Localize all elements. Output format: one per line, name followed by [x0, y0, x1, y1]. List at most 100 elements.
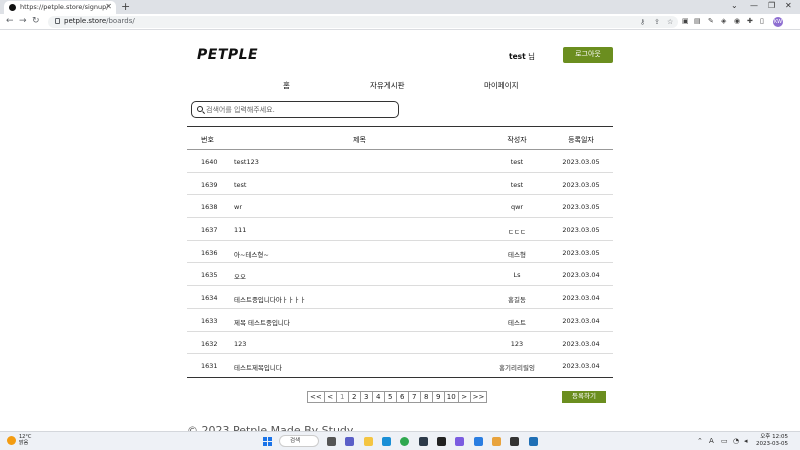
eyedropper-icon[interactable]: ✎ [708, 17, 714, 25]
key-icon[interactable]: ⚷ [640, 18, 645, 26]
table-row[interactable]: 1637 111 ㄷㄷㄷ 2023.03.05 [187, 218, 613, 241]
user-greeting: test 님 [509, 51, 535, 62]
row-author: 홍기리리릴잉 [499, 364, 535, 373]
app-icon-3[interactable] [492, 437, 501, 446]
row-title[interactable]: 아~테스형~ [234, 249, 269, 259]
row-date: 2023.03.05 [562, 203, 600, 212]
system-clock[interactable]: 오후 12:05 2023-03-05 [756, 434, 788, 448]
nav-free-board[interactable]: 자유게시판 [370, 80, 405, 91]
row-title[interactable]: 테스트제목입니다 [234, 362, 282, 372]
row-title[interactable]: test123 [234, 158, 259, 166]
terminal-icon[interactable] [510, 437, 519, 446]
lock-icon [55, 18, 60, 24]
board-table: 번호 제목 작성자 등록일자 1640 test123 test 2023.03.05… [187, 126, 613, 378]
row-author: 123 [510, 339, 524, 348]
app-icon-1[interactable] [419, 437, 428, 446]
minimize-icon[interactable]: — [750, 1, 758, 10]
table-row[interactable]: 1636 아~테스형~ 테스형 2023.03.05 [187, 241, 613, 264]
site-logo[interactable]: PETPLE [197, 47, 258, 63]
extension-icon-4[interactable]: ◉ [734, 17, 740, 25]
tab-title: https://petple.store/signup/ [20, 3, 109, 11]
taskbar: 12°C 맑음 검색 ⌃ A ▭ ◔ ◂ 오후 12:05 2023-03-05 [0, 431, 800, 450]
extension-icon-1[interactable]: ▣ [682, 17, 689, 25]
username: test [509, 52, 526, 61]
row-num: 1639 [201, 180, 218, 189]
write-post-button[interactable]: 등록하기 [562, 391, 606, 403]
row-title[interactable]: test [234, 181, 246, 189]
restore-icon[interactable]: ❐ [768, 1, 775, 10]
row-title[interactable]: 제목 테스트중입니다 [234, 317, 290, 327]
table-row[interactable]: 1639 test test 2023.03.05 [187, 173, 613, 196]
row-num: 1635 [201, 271, 218, 280]
page-10[interactable]: 10 [443, 391, 459, 403]
close-window-icon[interactable]: ✕ [785, 1, 792, 10]
table-row[interactable]: 1633 제목 테스트중입니다 테스트 2023.03.04 [187, 309, 613, 332]
table-header-row: 번호 제목 작성자 등록일자 [187, 127, 613, 150]
file-explorer-icon[interactable] [364, 437, 373, 446]
row-title[interactable]: 테스트중입니다아ㅏㅏㅏㅏ [234, 294, 306, 304]
reload-icon[interactable]: ↻ [32, 16, 40, 26]
tab-search-chevron-icon[interactable]: ⌄ [731, 1, 738, 10]
app-icon-2[interactable] [437, 437, 446, 446]
bookmark-star-icon[interactable]: ☆ [667, 18, 673, 26]
volume-icon[interactable]: ◂ [744, 437, 748, 445]
row-title[interactable]: wr [234, 203, 242, 211]
weather-sun-icon[interactable] [7, 436, 16, 445]
chat-icon[interactable] [345, 437, 354, 446]
forward-icon[interactable]: → [19, 16, 27, 26]
puzzle-icon[interactable]: ✚ [747, 17, 753, 25]
new-tab-button[interactable]: + [121, 0, 130, 13]
row-title[interactable]: 111 [234, 226, 246, 234]
row-num: 1633 [201, 316, 218, 325]
row-author: 테스형 [508, 250, 526, 259]
header-author: 작성자 [507, 136, 527, 144]
network-icon[interactable]: ◔ [733, 437, 739, 445]
logout-button[interactable]: 로그아웃 [563, 47, 613, 63]
close-tab-icon[interactable]: ✕ [105, 2, 112, 11]
table-row[interactable]: 1631 테스트제목입니다 홍기리리릴잉 2023.03.04 [187, 354, 613, 377]
header-title: 제목 [353, 136, 366, 144]
row-title[interactable]: 오오 [234, 271, 246, 281]
table-row[interactable]: 1640 test123 test 2023.03.05 [187, 150, 613, 173]
nav-mypage[interactable]: 마이페이지 [484, 80, 519, 91]
row-date: 2023.03.04 [562, 294, 600, 303]
vscode-icon[interactable] [474, 437, 483, 446]
chrome-icon[interactable] [400, 437, 409, 446]
sidepanel-icon[interactable]: ▯ [760, 17, 764, 25]
windows-start-icon[interactable] [263, 437, 272, 446]
row-title[interactable]: 123 [234, 340, 246, 348]
row-date: 2023.03.05 [562, 248, 600, 257]
address-bar[interactable]: petple.store/boards/ ⚷ ⇪ ☆ [48, 16, 678, 28]
edge-icon[interactable] [382, 437, 391, 446]
page-last[interactable]: >> [469, 391, 488, 403]
discord-icon[interactable] [455, 437, 464, 446]
row-author: test [510, 180, 524, 189]
page-first[interactable]: << [307, 391, 325, 403]
ime-indicator[interactable]: A [709, 437, 714, 445]
search-input[interactable] [206, 105, 391, 115]
tray-chevron-icon[interactable]: ⌃ [697, 437, 703, 445]
table-row[interactable]: 1634 테스트중입니다아ㅏㅏㅏㅏ 홍길동 2023.03.04 [187, 286, 613, 309]
table-row[interactable]: 1638 wr qwr 2023.03.05 [187, 195, 613, 219]
search-box[interactable] [191, 101, 399, 118]
row-author: qwr [510, 203, 524, 212]
nav-home[interactable]: 홈 [283, 80, 290, 91]
weather-widget[interactable]: 12°C 맑음 [19, 434, 31, 446]
row-author: Ls [513, 271, 521, 280]
task-view-icon[interactable] [327, 437, 336, 446]
extension-icon-3[interactable]: ◈ [721, 17, 726, 25]
browser-tab-strip: https://petple.store/signup/ ✕ + ⌄ — ❐ ✕ [0, 0, 800, 14]
header-num: 번호 [201, 136, 214, 144]
row-num: 1638 [201, 203, 218, 212]
profile-avatar[interactable]: KW [773, 17, 783, 27]
row-date: 2023.03.05 [562, 180, 600, 189]
extension-icon-2[interactable]: ▤ [694, 17, 701, 25]
table-row[interactable]: 1635 오오 Ls 2023.03.04 [187, 263, 613, 287]
back-icon[interactable]: ← [6, 16, 14, 26]
app-icon-4[interactable] [529, 437, 538, 446]
share-icon[interactable]: ⇪ [654, 18, 660, 26]
tray-app-icon[interactable]: ▭ [721, 437, 728, 445]
table-row[interactable]: 1632 123 123 2023.03.04 [187, 332, 613, 355]
browser-tab[interactable]: https://petple.store/signup/ ✕ [4, 1, 116, 14]
taskbar-search-button[interactable]: 검색 [279, 435, 319, 447]
